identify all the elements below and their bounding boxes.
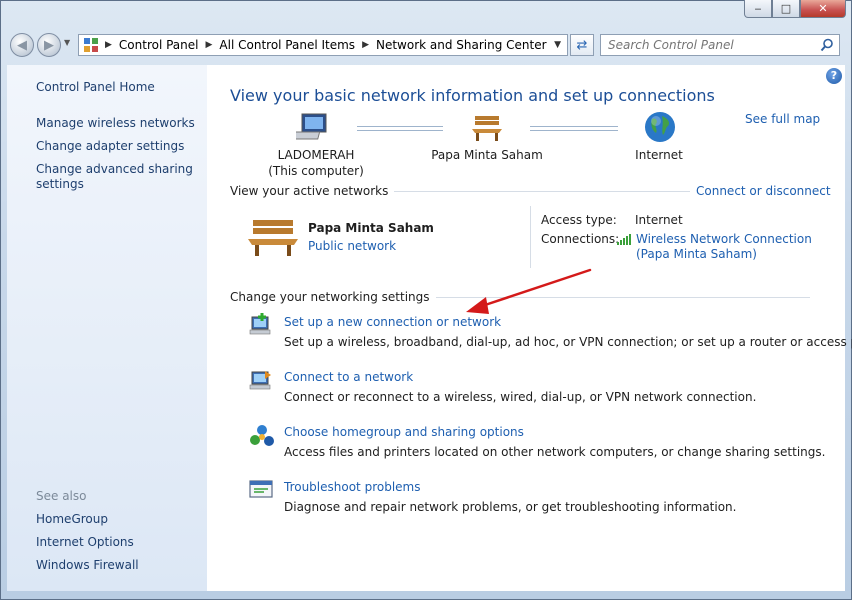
vertical-divider (530, 206, 531, 268)
sidebar: Control Panel Home Manage wireless netwo… (7, 65, 207, 591)
homegroup-icon (250, 425, 274, 446)
connections-label: Connections: (541, 232, 620, 246)
caption-buttons: ‒ □ ✕ (744, 0, 846, 20)
address-dropdown-icon[interactable]: ▼ (554, 40, 561, 50)
back-arrow-icon: ◀ (17, 37, 27, 53)
main-content: ? View your basic network information an… (207, 65, 852, 591)
control-panel-icon (84, 38, 98, 52)
map-network-label: Papa Minta Saham (431, 148, 543, 162)
computer-icon (296, 113, 327, 140)
access-type-label: Access type: (541, 213, 617, 227)
search-input[interactable] (601, 37, 820, 53)
map-internet-label: Internet (635, 148, 683, 162)
task-connect-network-link[interactable]: Connect to a network (284, 370, 413, 384)
task-homegroup-desc: Access files and printers located on oth… (284, 445, 826, 459)
globe-icon (645, 112, 675, 142)
map-computer-label: LADOMERAH (This computer) (256, 147, 376, 179)
breadcrumb-network-sharing[interactable]: Network and Sharing Center (376, 38, 547, 52)
network-type-link[interactable]: Public network (308, 239, 396, 253)
refresh-icon: ⇄ (576, 37, 588, 53)
minimize-button[interactable]: ‒ (744, 0, 772, 18)
sidebar-homegroup[interactable]: HomeGroup (36, 512, 108, 526)
task-homegroup-link[interactable]: Choose homegroup and sharing options (284, 425, 524, 439)
task-troubleshoot-link[interactable]: Troubleshoot problems (284, 480, 420, 494)
map-connector-line (357, 126, 443, 131)
close-button[interactable]: ✕ (800, 0, 846, 18)
breadcrumb-separator-icon: ▶ (105, 40, 112, 50)
task-setup-connection-desc: Set up a wireless, broadband, dial-up, a… (284, 335, 852, 349)
connect-or-disconnect-link[interactable]: Connect or disconnect (690, 184, 831, 198)
bench-icon (472, 116, 502, 141)
troubleshoot-icon (249, 480, 273, 498)
back-button[interactable]: ◀ (10, 33, 34, 57)
breadcrumb-separator-icon: ▶ (362, 40, 369, 50)
computer-sub: (This computer) (268, 164, 364, 178)
search-box[interactable] (600, 34, 840, 56)
sidebar-change-adapter[interactable]: Change adapter settings (36, 139, 184, 153)
forward-arrow-icon: ▶ (44, 37, 54, 53)
map-connector-line (530, 126, 618, 131)
sidebar-manage-wireless[interactable]: Manage wireless networks (36, 116, 195, 130)
see-full-map-link[interactable]: See full map (745, 112, 820, 126)
wireless-connection-link[interactable]: Wireless Network Connection (636, 232, 812, 246)
new-connection-icon (249, 313, 271, 335)
wireless-connection-link-line2[interactable]: (Papa Minta Saham) (636, 247, 757, 261)
computer-name: LADOMERAH (277, 148, 355, 162)
see-also-heading: See also (36, 489, 87, 503)
connect-network-icon (249, 371, 271, 390)
forward-button[interactable]: ▶ (37, 33, 61, 57)
task-setup-connection-link[interactable]: Set up a new connection or network (284, 315, 501, 329)
active-networks-heading: View your active networks (230, 184, 395, 198)
sidebar-change-advanced-sharing-line2[interactable]: settings (36, 177, 84, 191)
active-network-name: Papa Minta Saham (308, 221, 434, 235)
page-title: View your basic network information and … (230, 86, 715, 105)
refresh-button[interactable]: ⇄ (570, 34, 594, 56)
help-icon[interactable]: ? (826, 68, 842, 84)
active-network-bench-icon (248, 220, 298, 256)
address-bar[interactable]: ▶ Control Panel ▶ All Control Panel Item… (78, 34, 568, 56)
breadcrumb-control-panel[interactable]: Control Panel (119, 38, 199, 52)
sidebar-change-advanced-sharing[interactable]: Change advanced sharing (36, 162, 193, 176)
maximize-button[interactable]: □ (772, 0, 800, 18)
recent-pages-chevron-icon[interactable]: ▼ (64, 38, 70, 47)
change-settings-heading: Change your networking settings (230, 290, 436, 304)
sidebar-windows-firewall[interactable]: Windows Firewall (36, 558, 139, 572)
breadcrumb-separator-icon: ▶ (205, 40, 213, 50)
search-icon[interactable] (820, 38, 834, 52)
task-troubleshoot-desc: Diagnose and repair network problems, or… (284, 500, 737, 514)
sidebar-internet-options[interactable]: Internet Options (36, 535, 134, 549)
task-connect-network-desc: Connect or reconnect to a wireless, wire… (284, 390, 757, 404)
wireless-signal-icon (617, 234, 631, 245)
sidebar-control-panel-home[interactable]: Control Panel Home (36, 80, 155, 94)
breadcrumb-all-items[interactable]: All Control Panel Items (219, 38, 355, 52)
access-type-value: Internet (635, 213, 683, 227)
